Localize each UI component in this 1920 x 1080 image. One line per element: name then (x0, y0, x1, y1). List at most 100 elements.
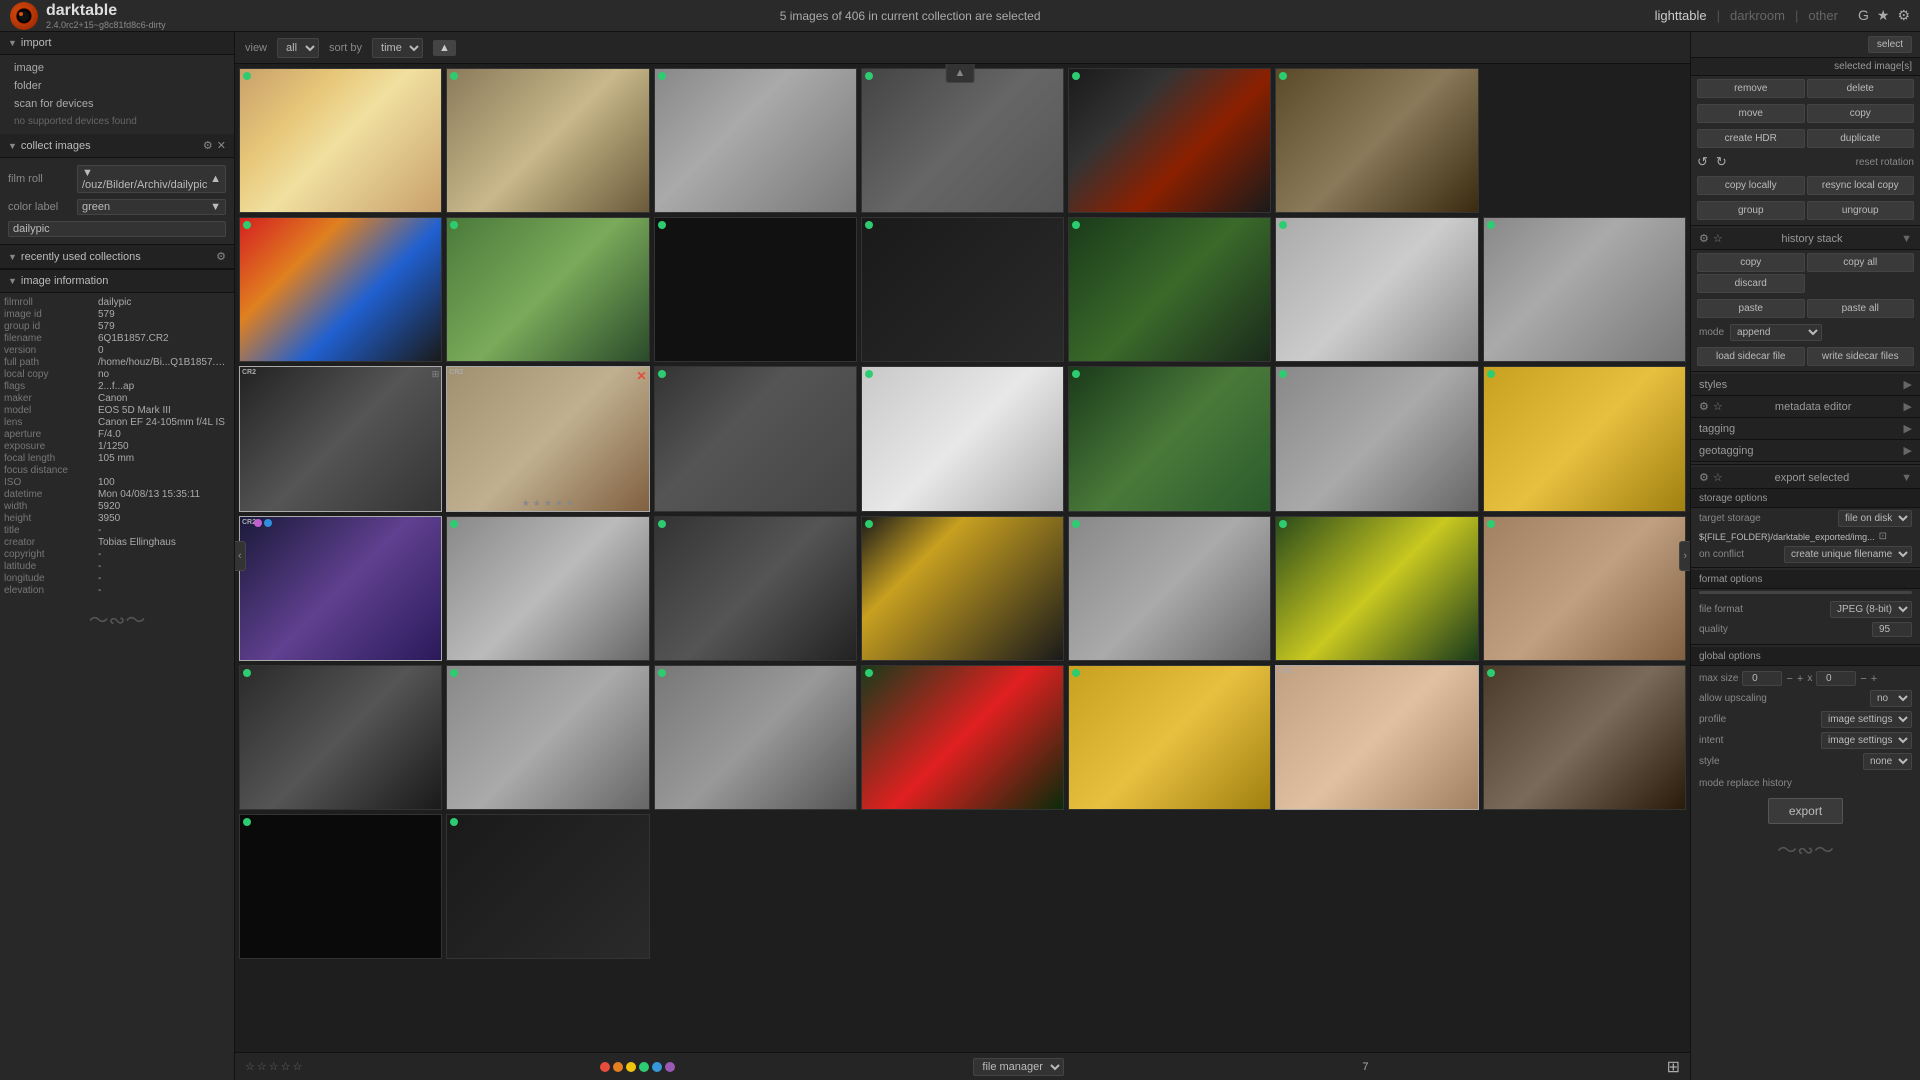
bottom-star2[interactable]: ☆ (257, 1060, 267, 1073)
quality-input[interactable] (1872, 622, 1912, 637)
format-slider[interactable] (1699, 591, 1912, 594)
color-dot-yellow[interactable] (626, 1062, 636, 1072)
thumb-skater[interactable]: CR2 ⊞ (239, 366, 442, 511)
copy-locally-btn[interactable]: copy locally (1697, 176, 1805, 195)
color-dot-orange[interactable] (613, 1062, 623, 1072)
duplicate-btn[interactable]: duplicate (1807, 129, 1915, 148)
grid-view-icon[interactable]: ⊞ (1667, 1057, 1680, 1077)
thumb-catkins[interactable] (446, 217, 649, 362)
on-conflict-select[interactable]: create unique filename (1784, 546, 1912, 563)
thumb-texture[interactable]: CR2 ✕ ★ ★ ★ ★ ★ (446, 366, 649, 511)
left-panel-toggle[interactable]: ‹ (235, 541, 246, 571)
export-path-icon[interactable]: ⊡ (1879, 531, 1887, 542)
thumb-door[interactable] (1483, 665, 1686, 810)
thumb-ruins[interactable] (446, 665, 649, 810)
collect-settings-icon[interactable]: ⚙ (203, 139, 213, 152)
tagging-section-header[interactable]: tagging ▶ (1691, 418, 1920, 440)
thumb-deer[interactable] (1275, 68, 1478, 213)
load-sidecar-btn[interactable]: load sidecar file (1697, 347, 1805, 366)
thumb-car[interactable] (654, 516, 857, 661)
styles-section-header[interactable]: styles ▶ (1691, 374, 1920, 396)
nav-other[interactable]: other (1808, 8, 1838, 23)
target-storage-select[interactable]: file on disk (1838, 510, 1912, 527)
rotate-ccw-icon[interactable]: ↺ (1697, 154, 1708, 170)
import-image[interactable]: image (8, 59, 226, 77)
history-copy-btn[interactable]: copy (1697, 253, 1805, 272)
max-size-plus-btn[interactable]: + (1797, 673, 1803, 685)
thumb-egg[interactable] (239, 68, 442, 213)
recently-section-header[interactable]: ▼ recently used collections ⚙ (0, 244, 234, 269)
ungroup-btn[interactable]: ungroup (1807, 201, 1915, 220)
sort-direction-btn[interactable]: ▲ (433, 40, 456, 56)
view-mode-select[interactable]: file manager (973, 1058, 1064, 1076)
thumb-sign[interactable] (861, 366, 1064, 511)
thumb-fern[interactable] (1068, 217, 1271, 362)
thumb-dark[interactable] (1068, 68, 1271, 213)
export-section-header[interactable]: ⚙ ☆ export selected ▼ (1691, 467, 1920, 489)
thumb-building[interactable] (861, 68, 1064, 213)
color-label-select[interactable]: green ▼ (77, 199, 226, 215)
create-hdr-btn[interactable]: create HDR (1697, 129, 1805, 148)
history-discard-btn[interactable]: discard (1697, 274, 1805, 293)
right-panel-toggle[interactable]: › (1679, 541, 1690, 571)
filter-input[interactable]: dailypic (8, 221, 226, 237)
geotagging-section-header[interactable]: geotagging ▶ (1691, 440, 1920, 462)
star4[interactable]: ★ (555, 498, 563, 509)
thumb-graffiti[interactable] (1068, 516, 1271, 661)
color-dot-red[interactable] (600, 1062, 610, 1072)
max-size-h-plus-btn[interactable]: + (1871, 673, 1877, 685)
thumb-shell[interactable]: CR2 (1275, 665, 1478, 810)
profile-select[interactable]: image settings (1821, 711, 1912, 728)
star2[interactable]: ★ (533, 498, 541, 509)
recently-settings-icon[interactable]: ⚙ (216, 250, 226, 263)
bottom-star1[interactable]: ☆ (245, 1060, 255, 1073)
file-format-select[interactable]: JPEG (8-bit) (1830, 601, 1912, 618)
thumb-crack[interactable] (1483, 217, 1686, 362)
thumb-stone[interactable] (654, 665, 857, 810)
image-info-section-header[interactable]: ▼ image information (0, 269, 234, 293)
bottom-star3[interactable]: ☆ (269, 1060, 279, 1073)
thumb-dark3[interactable] (239, 814, 442, 959)
thumb-pear[interactable] (1275, 366, 1478, 511)
bottom-star4[interactable]: ☆ (281, 1060, 291, 1073)
import-folder[interactable]: folder (8, 77, 226, 95)
history-mode-select[interactable]: append replace history (1730, 324, 1822, 341)
thumb-plant[interactable] (1068, 366, 1271, 511)
max-size-w-input[interactable] (1742, 671, 1782, 686)
thumb-drinks[interactable] (1483, 366, 1686, 511)
resync-btn[interactable]: resync local copy (1807, 176, 1915, 195)
history-paste-btn[interactable]: paste (1697, 299, 1805, 318)
star1[interactable]: ★ (522, 498, 530, 509)
metadata-section-header[interactable]: ⚙ ☆ metadata editor ▶ (1691, 396, 1920, 418)
thumb-metro[interactable] (654, 366, 857, 511)
history-copy-all-btn[interactable]: copy all (1807, 253, 1915, 272)
nav-darkroom[interactable]: darkroom (1730, 8, 1785, 23)
thumb-tulip[interactable] (861, 665, 1064, 810)
thumb-dog[interactable] (1483, 516, 1686, 661)
remove-btn[interactable]: remove (1697, 79, 1805, 98)
sort-select[interactable]: time (372, 38, 423, 58)
film-roll-select[interactable]: ▼ /ouz/Bilder/Archiv/dailypic ▲ (77, 165, 226, 193)
thumb-jar[interactable] (1068, 665, 1271, 810)
thumb-clock[interactable] (446, 516, 649, 661)
top-panel-toggle[interactable]: ▲ (946, 64, 975, 83)
color-dot-green[interactable] (639, 1062, 649, 1072)
history-paste-all-btn[interactable]: paste all (1807, 299, 1915, 318)
thumb-black[interactable] (654, 217, 857, 362)
thumb-glove[interactable] (654, 68, 857, 213)
collect-section-header[interactable]: ▼ collect images ⚙ ✕ (0, 134, 234, 158)
max-size-h-minus-btn[interactable]: − (1860, 673, 1866, 685)
thumb-hair[interactable]: CR2 (239, 516, 442, 661)
style-select[interactable]: none (1863, 753, 1912, 770)
delete-btn[interactable]: delete (1807, 79, 1915, 98)
max-size-minus-btn[interactable]: − (1786, 673, 1792, 685)
thumb-dark2[interactable] (861, 217, 1064, 362)
star3[interactable]: ★ (544, 498, 552, 509)
thumb-picks[interactable] (239, 217, 442, 362)
presets-icon[interactable]: G (1858, 7, 1869, 24)
collect-close-icon[interactable]: ✕ (217, 139, 226, 152)
allow-upscaling-select[interactable]: no yes (1870, 690, 1912, 707)
rotate-cw-icon[interactable]: ↻ (1716, 154, 1727, 170)
select-button[interactable]: select (1868, 36, 1912, 53)
settings-icon[interactable]: ⚙ (1897, 7, 1910, 24)
